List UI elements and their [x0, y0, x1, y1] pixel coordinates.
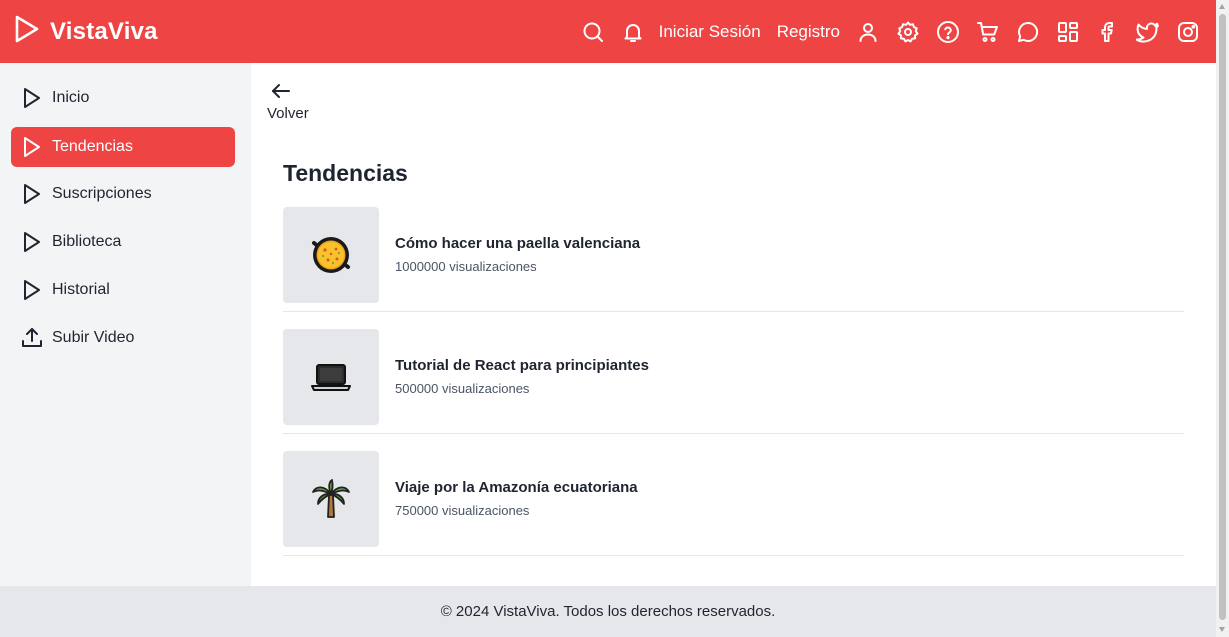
- laptop-icon: [311, 364, 351, 391]
- video-views: 500000 visualizaciones: [395, 381, 530, 396]
- user-icon[interactable]: [856, 20, 880, 44]
- back-button[interactable]: Volver: [267, 79, 309, 122]
- register-link[interactable]: Registro: [777, 22, 840, 42]
- login-link[interactable]: Iniciar Sesión: [659, 22, 761, 42]
- sidebar-item-inicio[interactable]: Inicio: [11, 78, 235, 118]
- brand[interactable]: VistaViva: [14, 15, 158, 48]
- video-item[interactable]: Viaje por la Amazonía ecuatoriana 750000…: [283, 451, 1184, 556]
- gear-icon[interactable]: [896, 20, 920, 44]
- play-icon: [20, 86, 44, 110]
- top-header: VistaViva Iniciar Sesión Registro: [0, 0, 1216, 63]
- play-icon: [20, 278, 44, 302]
- chat-icon[interactable]: [1016, 20, 1040, 44]
- sidebar-item-label: Biblioteca: [52, 233, 122, 250]
- scrollbar[interactable]: [1216, 0, 1229, 637]
- facebook-icon[interactable]: [1096, 20, 1120, 44]
- page-title: Tendencias: [283, 160, 408, 186]
- twitter-icon[interactable]: [1136, 20, 1160, 44]
- instagram-icon[interactable]: [1176, 20, 1200, 44]
- sidebar-item-label: Suscripciones: [52, 185, 152, 202]
- palm-tree-icon: [312, 479, 350, 518]
- sidebar-item-historial[interactable]: Historial: [11, 270, 235, 310]
- upload-icon: [20, 326, 44, 350]
- back-label: Volver: [267, 105, 309, 122]
- scroll-down-arrow-icon[interactable]: [1219, 627, 1225, 632]
- scroll-up-arrow-icon[interactable]: [1219, 4, 1225, 9]
- video-views: 750000 visualizaciones: [395, 503, 530, 518]
- play-icon: [20, 230, 44, 254]
- video-list: Cómo hacer una paella valenciana 1000000…: [283, 207, 1184, 573]
- video-item[interactable]: Tutorial de React para principiantes 500…: [283, 329, 1184, 434]
- copyright-text: © 2024 VistaViva. Todos los derechos res…: [440, 603, 776, 620]
- sidebar-item-label: Tendencias: [52, 138, 133, 155]
- video-thumbnail[interactable]: [283, 451, 379, 547]
- paella-icon: [312, 237, 350, 273]
- brand-name: VistaViva: [50, 17, 158, 45]
- video-title[interactable]: Viaje por la Amazonía ecuatoriana: [395, 479, 638, 496]
- help-icon[interactable]: [936, 20, 960, 44]
- video-title[interactable]: Cómo hacer una paella valenciana: [395, 235, 640, 252]
- play-logo-icon: [14, 15, 40, 48]
- sidebar-item-biblioteca[interactable]: Biblioteca: [11, 222, 235, 262]
- video-item[interactable]: Cómo hacer una paella valenciana 1000000…: [283, 207, 1184, 312]
- sidebar: Inicio Tendencias Suscripciones Bibliote…: [0, 63, 251, 586]
- play-icon: [20, 182, 44, 206]
- main-content: Volver Tendencias Cómo hacer una paella …: [251, 63, 1216, 586]
- arrow-left-icon: [272, 84, 290, 98]
- video-thumbnail[interactable]: [283, 329, 379, 425]
- sidebar-item-tendencias[interactable]: Tendencias: [11, 127, 235, 167]
- cart-icon[interactable]: [976, 20, 1000, 44]
- video-title[interactable]: Tutorial de React para principiantes: [395, 357, 649, 374]
- footer: © 2024 VistaViva. Todos los derechos res…: [0, 586, 1216, 637]
- scrollbar-thumb[interactable]: [1219, 14, 1226, 620]
- sidebar-item-subir-video[interactable]: Subir Video: [11, 318, 235, 358]
- sidebar-item-suscripciones[interactable]: Suscripciones: [11, 174, 235, 214]
- grid-icon[interactable]: [1056, 20, 1080, 44]
- video-thumbnail[interactable]: [283, 207, 379, 303]
- play-icon: [20, 135, 44, 159]
- video-views: 1000000 visualizaciones: [395, 259, 537, 274]
- search-icon[interactable]: [581, 20, 605, 44]
- sidebar-item-label: Historial: [52, 281, 110, 298]
- sidebar-item-label: Inicio: [52, 89, 90, 106]
- bell-icon[interactable]: [621, 20, 645, 44]
- sidebar-item-label: Subir Video: [52, 329, 135, 346]
